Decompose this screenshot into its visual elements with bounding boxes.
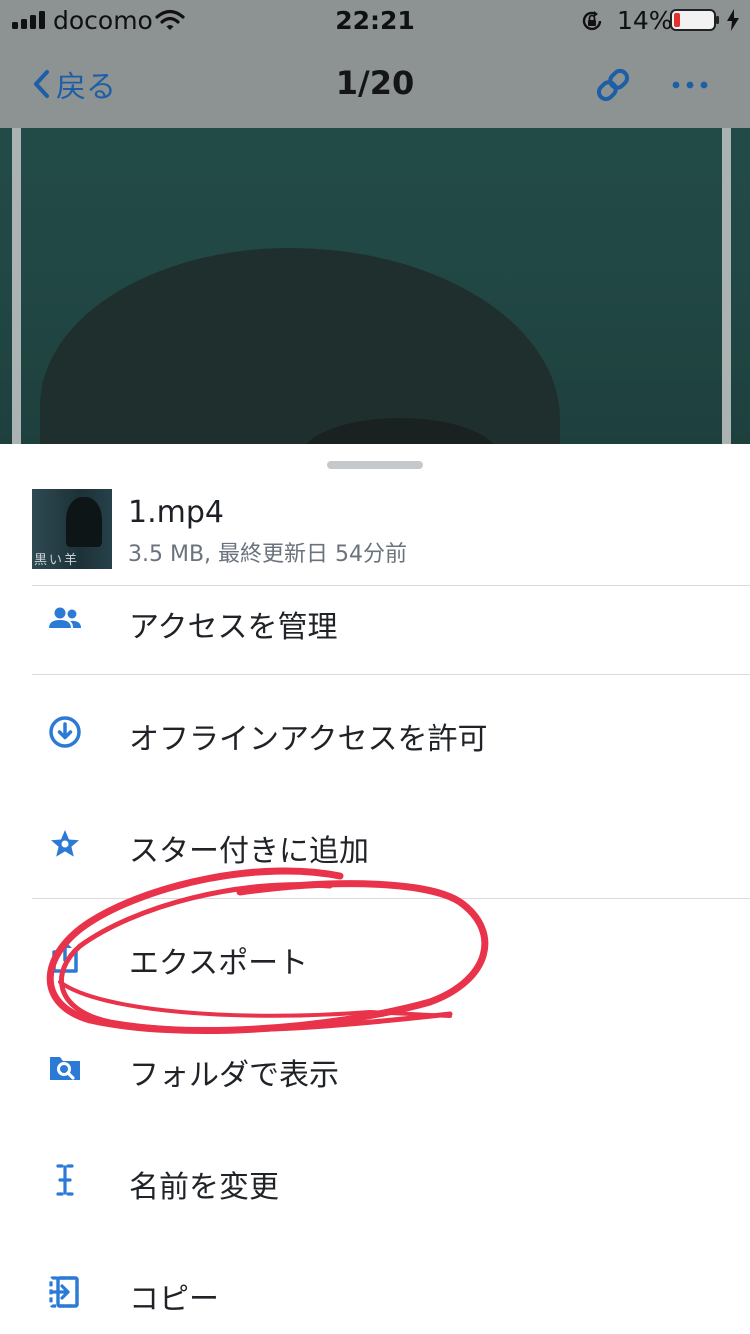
menu-label: フォルダで表示 xyxy=(129,1058,339,1093)
page-counter: 1/20 xyxy=(335,64,415,102)
charging-bolt-icon xyxy=(727,9,739,31)
download-circle-icon xyxy=(49,716,81,748)
action-sheet: 黒い羊 1.mp4 3.5 MB, 最終更新日 54分前 アクセスを管理 オフラ… xyxy=(0,444,750,1334)
viewer-nav-bar: 戻る 1/20 xyxy=(0,40,750,128)
divider xyxy=(32,674,750,675)
star-icon xyxy=(51,830,79,857)
thumbnail-figure xyxy=(66,497,102,547)
battery-percentage: 14% xyxy=(617,6,673,35)
menu-label: 名前を変更 xyxy=(129,1170,279,1205)
export-icon xyxy=(52,940,78,973)
menu-item-show-in-folder[interactable]: フォルダで表示 xyxy=(0,1012,750,1124)
menu-item-offline-access[interactable]: オフラインアクセスを許可 xyxy=(0,676,750,788)
sheet-grabber[interactable] xyxy=(327,461,423,469)
menu-item-rename[interactable]: 名前を変更 xyxy=(0,1124,750,1236)
rename-cursor-icon xyxy=(56,1164,74,1196)
copy-icon xyxy=(49,1276,79,1308)
orientation-lock-icon xyxy=(582,11,602,31)
menu-item-export[interactable]: エクスポート xyxy=(0,900,750,1012)
menu-label: アクセスを管理 xyxy=(129,610,338,645)
link-icon[interactable] xyxy=(594,66,632,104)
menu-label: オフラインアクセスを許可 xyxy=(129,722,488,757)
file-name: 1.mp4 xyxy=(128,495,224,530)
menu-item-manage-access[interactable]: アクセスを管理 xyxy=(0,564,750,676)
battery-icon xyxy=(670,9,719,31)
menu-item-add-star[interactable]: スター付きに追加 xyxy=(0,788,750,900)
folder-search-icon xyxy=(50,1057,80,1080)
more-options-icon[interactable] xyxy=(670,66,710,104)
menu-label: スター付きに追加 xyxy=(129,834,369,869)
menu-label: コピー xyxy=(129,1282,219,1317)
menu-label: エクスポート xyxy=(129,946,309,981)
status-bar: docomo 22:21 14% xyxy=(0,0,750,40)
people-icon xyxy=(49,607,81,628)
battery-fill xyxy=(674,13,680,27)
divider xyxy=(32,898,750,899)
menu-item-copy[interactable]: コピー xyxy=(0,1236,750,1334)
file-thumbnail: 黒い羊 xyxy=(32,489,112,569)
